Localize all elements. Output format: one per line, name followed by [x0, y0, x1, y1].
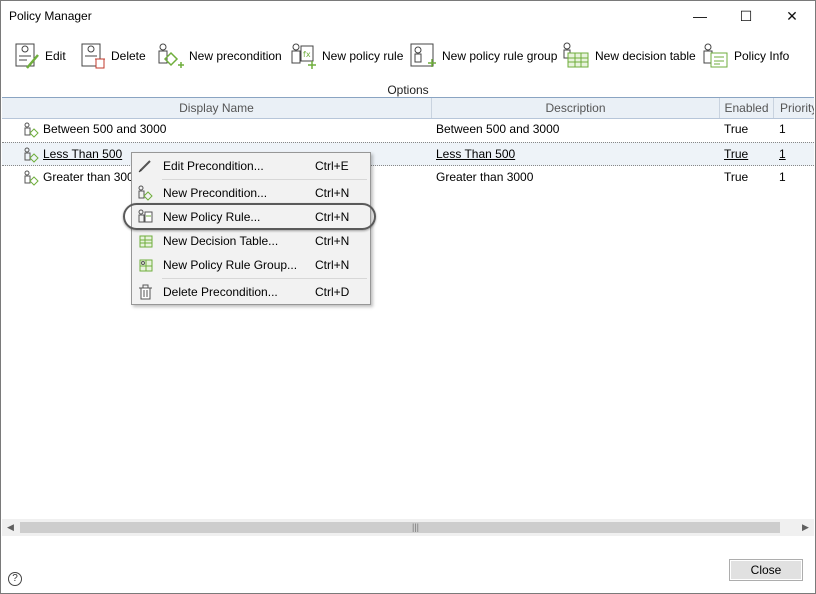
row-description: Between 500 and 3000	[436, 122, 560, 136]
new-policy-rule-group-icon	[410, 43, 436, 67]
menu-item-new-precondition[interactable]: New Precondition... Ctrl+N	[132, 182, 370, 204]
close-button[interactable]: Close	[729, 559, 803, 581]
row-description: Greater than 3000	[436, 170, 534, 184]
column-header-priority[interactable]: Priority	[774, 98, 814, 118]
new-precondition-button[interactable]: New precondition	[155, 40, 282, 72]
trash-icon	[139, 284, 152, 300]
new-decision-table-button[interactable]: New decision table	[561, 40, 696, 72]
menu-item-shortcut: Ctrl+N	[315, 234, 350, 248]
new-policy-rule-group-button[interactable]: New policy rule group	[408, 40, 557, 72]
new-policy-rule-button[interactable]: fx New policy rule	[288, 40, 403, 72]
row-description: Less Than 500	[436, 147, 516, 161]
menu-separator	[162, 278, 367, 279]
table-row[interactable]: Greater than 3000 Greater than 3000 True…	[2, 166, 814, 190]
grip-icon: |||	[412, 522, 420, 532]
menu-item-label: Delete Precondition...	[163, 285, 278, 299]
grid-header: Display Name Description Enabled Priorit…	[2, 97, 814, 119]
menu-item-label: New Decision Table...	[163, 234, 279, 248]
menu-item-label: New Precondition...	[163, 186, 268, 200]
new-policy-rule-label: New policy rule	[322, 49, 404, 63]
column-header-display-name[interactable]: Display Name	[2, 98, 432, 118]
decision-table-icon	[139, 235, 153, 248]
policy-manager-window: Policy Manager — ☐ ✕ Edit Delete New pre…	[0, 0, 816, 594]
scroll-left-icon[interactable]: ◀	[2, 519, 19, 536]
row-enabled: True	[724, 122, 749, 136]
minimize-button[interactable]: —	[677, 1, 723, 31]
row-priority: 1	[779, 147, 786, 161]
edit-label: Edit	[45, 49, 66, 63]
menu-item-label: Edit Precondition...	[163, 159, 264, 173]
row-name: Between 500 and 3000	[43, 122, 167, 136]
scrollbar-thumb[interactable]: |||	[20, 522, 780, 533]
policy-info-button[interactable]: Policy Info	[700, 40, 789, 72]
row-priority: 1	[779, 122, 786, 136]
new-precondition-icon	[158, 43, 184, 68]
table-row[interactable]: Between 500 and 3000 Between 500 and 300…	[2, 118, 814, 142]
title-bar: Policy Manager — ☐ ✕	[1, 1, 815, 31]
menu-item-shortcut: Ctrl+N	[315, 258, 350, 272]
delete-document-icon	[81, 43, 105, 69]
edit-document-icon	[15, 43, 39, 69]
menu-item-new-decision-table[interactable]: New Decision Table... Ctrl+N	[132, 230, 370, 252]
window-title: Policy Manager	[9, 9, 92, 23]
delete-button[interactable]: Delete	[79, 40, 146, 72]
row-enabled: True	[724, 147, 749, 161]
row-enabled: True	[724, 170, 749, 184]
policy-info-label: Policy Info	[734, 49, 790, 63]
policy-info-icon	[703, 43, 728, 68]
precondition-icon	[24, 170, 39, 186]
menu-item-new-policy-rule-group[interactable]: New Policy Rule Group... Ctrl+N	[132, 254, 370, 276]
precondition-icon	[24, 147, 39, 163]
precondition-icon	[24, 122, 39, 138]
edit-button[interactable]: Edit	[13, 40, 66, 72]
row-name: Less Than 500	[43, 147, 123, 161]
menu-item-shortcut: Ctrl+N	[315, 186, 350, 200]
menu-item-shortcut: Ctrl+D	[315, 285, 350, 299]
svg-text:fx: fx	[303, 50, 311, 59]
menu-item-edit-precondition[interactable]: Edit Precondition... Ctrl+E	[132, 155, 370, 177]
row-name: Greater than 3000	[43, 170, 141, 184]
delete-label: Delete	[111, 49, 146, 63]
row-priority: 1	[779, 170, 786, 184]
table-row-selected[interactable]: Less Than 500 Less Than 500 True 1	[2, 142, 814, 166]
pencil-icon	[138, 160, 151, 173]
scroll-right-icon[interactable]: ▶	[797, 519, 814, 536]
policy-grid: Display Name Description Enabled Priorit…	[2, 97, 814, 517]
menu-item-label: New Policy Rule Group...	[163, 258, 298, 272]
close-window-button[interactable]: ✕	[769, 1, 815, 31]
menu-separator	[162, 179, 367, 180]
highlight-annotation	[123, 203, 376, 230]
policy-rule-group-icon	[139, 259, 153, 272]
menu-item-shortcut: Ctrl+E	[315, 159, 349, 173]
new-decision-table-icon	[563, 42, 589, 68]
new-precondition-label: New precondition	[189, 49, 282, 63]
menu-item-delete-precondition[interactable]: Delete Precondition... Ctrl+D	[132, 281, 370, 303]
column-header-description[interactable]: Description	[432, 98, 720, 118]
maximize-button[interactable]: ☐	[723, 1, 769, 31]
new-decision-table-label: New decision table	[595, 49, 696, 63]
horizontal-scrollbar[interactable]: ◀ ||| ▶	[2, 519, 814, 536]
precondition-icon	[138, 185, 153, 201]
new-policy-rule-icon: fx	[291, 43, 316, 69]
options-group-label: Options	[387, 83, 429, 97]
help-icon[interactable]: ?	[8, 572, 22, 586]
toolbar: Edit Delete New precondition fx New poli…	[1, 31, 815, 97]
column-header-enabled[interactable]: Enabled	[720, 98, 774, 118]
new-policy-rule-group-label: New policy rule group	[442, 49, 558, 63]
